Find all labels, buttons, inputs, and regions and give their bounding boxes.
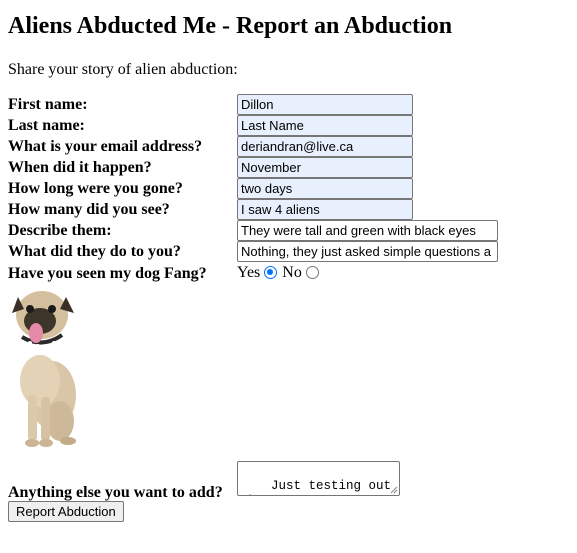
how-long-input[interactable]: two days <box>237 178 413 199</box>
email-input[interactable]: deriandran@live.ca <box>237 136 413 157</box>
fang-radio-group: Yes No <box>237 263 324 283</box>
how-long-label: How long were you gone? <box>8 180 183 197</box>
what-did-label: What did they do to you? <box>8 243 181 260</box>
how-many-label: How many did you see? <box>8 201 170 218</box>
other-label: Anything else you want to add? <box>8 484 223 501</box>
last-name-label: Last name: <box>8 117 85 134</box>
first-name-label: First name: <box>8 96 88 113</box>
fang-yes-label: Yes <box>237 264 261 281</box>
email-label: What is your email address? <box>8 138 203 155</box>
fang-yes-radio[interactable] <box>264 265 278 279</box>
describe-input[interactable]: They were tall and green with black eyes <box>237 220 498 241</box>
how-many-input[interactable]: I saw 4 aliens <box>237 199 413 220</box>
first-name-input[interactable]: Dillon <box>237 94 413 115</box>
page-title: Aliens Abducted Me - Report an Abduction <box>8 13 453 39</box>
fang-no-label: No <box>282 264 302 281</box>
last-name-input[interactable]: Last Name <box>237 115 413 136</box>
report-abduction-button[interactable]: Report Abduction <box>8 501 124 522</box>
describe-label: Describe them: <box>8 222 112 239</box>
fang-label: Have you seen my dog Fang? <box>8 265 207 282</box>
other-textarea-text: Just testing out the information <box>241 479 392 495</box>
when-input[interactable]: November <box>237 157 413 178</box>
pug-dog-image <box>12 291 76 447</box>
other-textarea[interactable]: Just testing out the information <box>237 461 400 496</box>
fang-no-radio[interactable] <box>305 265 319 279</box>
resize-grip-icon[interactable] <box>390 486 398 494</box>
what-did-input[interactable]: Nothing, they just asked simple question… <box>237 241 498 262</box>
intro-text: Share your story of alien abduction: <box>8 61 238 78</box>
when-label: When did it happen? <box>8 159 152 176</box>
